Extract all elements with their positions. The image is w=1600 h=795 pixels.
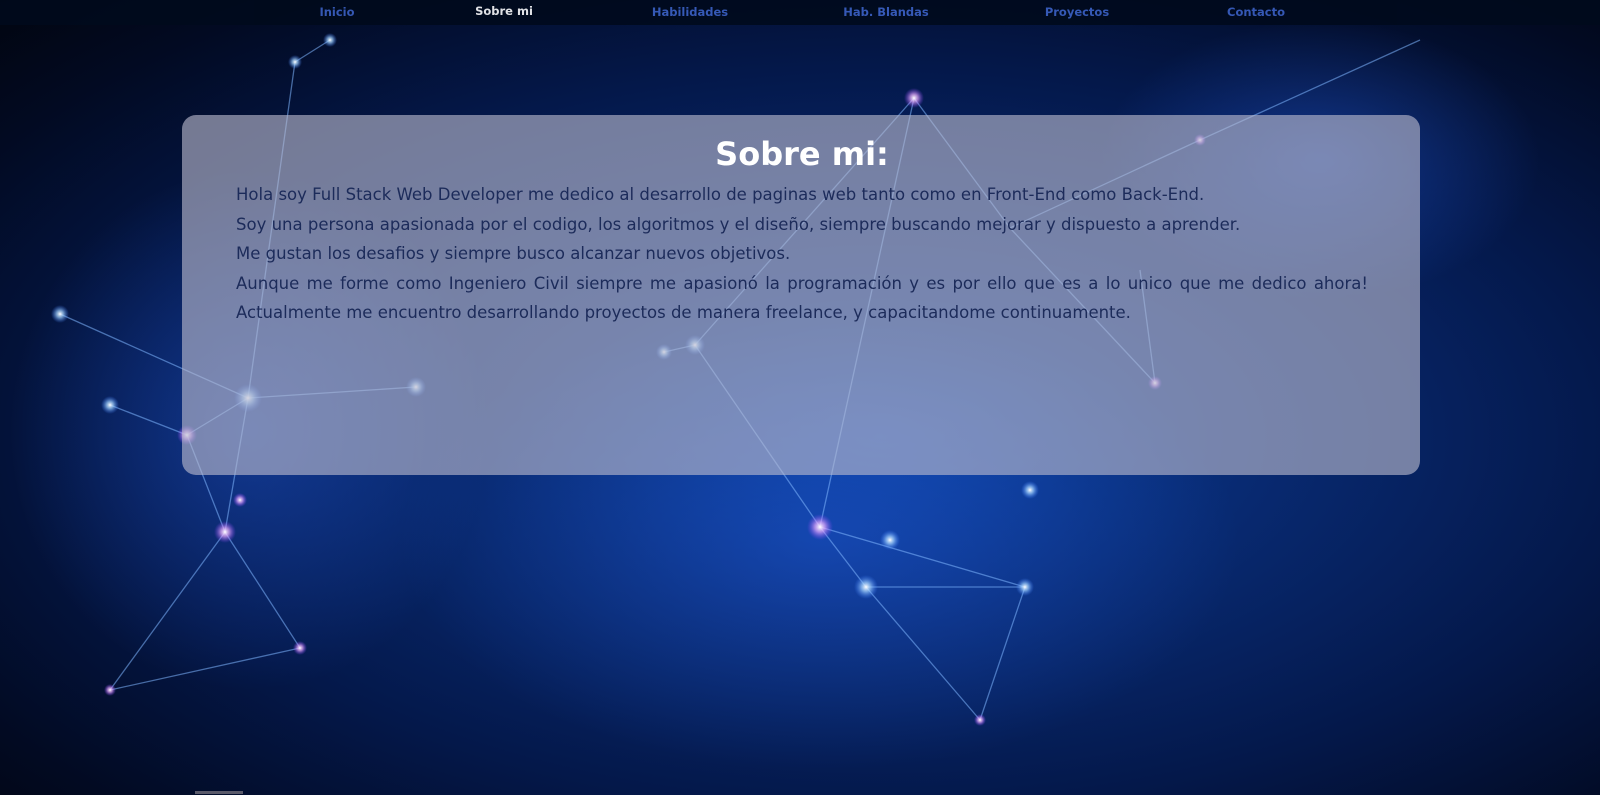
- nav-link-sobre-mi[interactable]: Sobre mi: [475, 4, 533, 18]
- about-title: Sobre mi:: [715, 135, 889, 173]
- about-paragraph: Soy una persona apasionada por el codigo…: [236, 214, 1241, 234]
- horizontal-scrollbar[interactable]: [195, 791, 243, 794]
- page: Inicio Sobre mi Habilidades Hab. Blandas…: [0, 0, 1600, 795]
- top-navbar: Inicio Sobre mi Habilidades Hab. Blandas…: [0, 0, 1600, 25]
- about-paragraph: Aunque me forme como Ingeniero Civil sie…: [236, 273, 1368, 323]
- about-paragraph: Me gustan los desafios y siempre busco a…: [236, 244, 791, 263]
- nav-link-habilidades[interactable]: Habilidades: [652, 5, 728, 19]
- nav-link-contacto[interactable]: Contacto: [1227, 5, 1285, 19]
- about-text: Hola soy Full Stack Web Developer me ded…: [236, 180, 1368, 328]
- nav-link-inicio[interactable]: Inicio: [319, 5, 354, 19]
- about-card: Sobre mi: Hola soy Full Stack Web Develo…: [182, 115, 1420, 475]
- nav-link-hab-blandas[interactable]: Hab. Blandas: [843, 5, 928, 19]
- about-paragraph: Hola soy Full Stack Web Developer me ded…: [236, 185, 1205, 204]
- nav-link-proyectos[interactable]: Proyectos: [1045, 5, 1109, 19]
